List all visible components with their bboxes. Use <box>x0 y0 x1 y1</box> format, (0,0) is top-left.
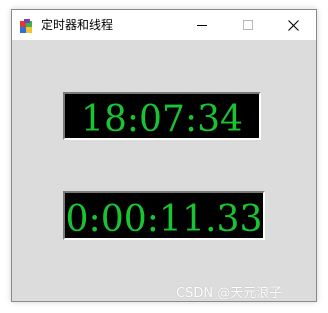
minimize-button[interactable] <box>179 10 225 40</box>
watermark: CSDN @天元浪子 <box>176 286 283 301</box>
clock-time-text: 18:07:34 <box>81 99 243 138</box>
maximize-button[interactable] <box>225 10 271 40</box>
app-icon[interactable] <box>20 18 34 33</box>
close-icon <box>287 19 299 31</box>
timer-display: 0:00:11.33 <box>63 191 265 240</box>
minimize-icon <box>197 20 207 30</box>
title-bar[interactable]: 定时器和线程 <box>12 10 316 40</box>
clock-display: 18:07:34 <box>63 92 261 140</box>
timer-elapsed-text: 0:00:11.33 <box>66 199 263 238</box>
close-button[interactable] <box>270 10 316 40</box>
window-title: 定时器和线程 <box>41 18 114 32</box>
maximize-icon <box>243 20 253 30</box>
app-window: 定时器和线程 18:07:34 0:00:11.33 <box>11 9 317 302</box>
